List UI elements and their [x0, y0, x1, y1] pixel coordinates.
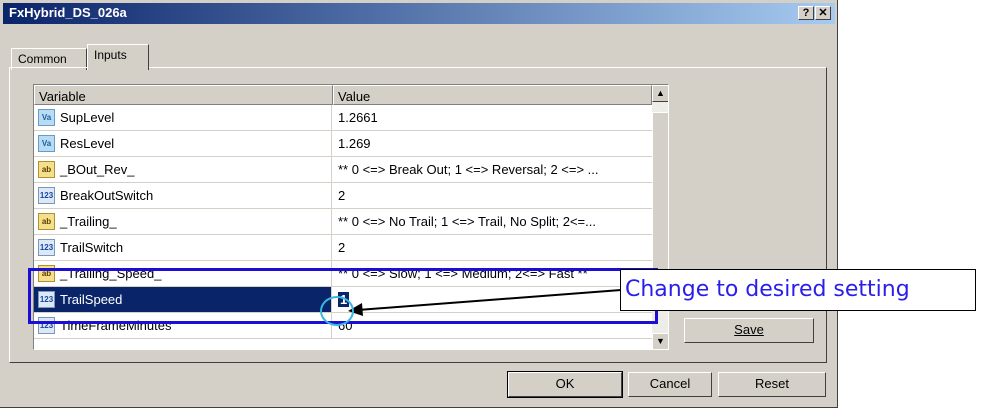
save-button[interactable]: Save: [684, 318, 814, 343]
string-type-icon: ab: [38, 213, 55, 230]
help-button[interactable]: ?: [798, 6, 814, 20]
integer-type-icon: 123: [38, 187, 55, 204]
value-cell[interactable]: 1.269: [333, 131, 652, 156]
variable-name: BreakOutSwitch: [60, 188, 154, 203]
value-cell[interactable]: ** 0 <=> Break Out; 1 <=> Reversal; 2 <=…: [333, 157, 652, 182]
header-variable[interactable]: Variable: [34, 85, 333, 105]
highlight-circle: [320, 296, 354, 326]
properties-dialog: FxHybrid_DS_026a ? ✕ Common Inputs Varia…: [0, 0, 838, 408]
variable-name: ResLevel: [60, 136, 115, 151]
value-cell[interactable]: ** 0 <=> No Trail; 1 <=> Trail, No Split…: [333, 209, 652, 234]
grid-header: Variable Value: [34, 85, 652, 105]
variable-cell: Va ResLevel: [34, 131, 332, 156]
table-row[interactable]: 123 BreakOutSwitch 2: [34, 183, 652, 209]
variable-name: TrailSwitch: [60, 240, 124, 255]
string-type-icon: ab: [38, 161, 55, 178]
title-bar[interactable]: FxHybrid_DS_026a ? ✕: [3, 3, 835, 24]
window-title: FxHybrid_DS_026a: [9, 5, 127, 20]
table-row[interactable]: 123 TrailSwitch 2: [34, 235, 652, 261]
tab-inputs[interactable]: Inputs: [87, 44, 149, 70]
table-row[interactable]: ab _BOut_Rev_ ** 0 <=> Break Out; 1 <=> …: [34, 157, 652, 183]
table-row[interactable]: Va ResLevel 1.269: [34, 131, 652, 157]
save-button-label: Save: [734, 322, 764, 337]
variable-cell: 123 BreakOutSwitch: [34, 183, 332, 208]
ok-button[interactable]: OK: [507, 371, 623, 398]
table-row[interactable]: ab _Trailing_ ** 0 <=> No Trail; 1 <=> T…: [34, 209, 652, 235]
integer-type-icon: 123: [38, 239, 55, 256]
tab-common-label: Common: [18, 52, 67, 66]
tab-inputs-label: Inputs: [94, 48, 127, 62]
table-row[interactable]: Va SupLevel 1.2661: [34, 105, 652, 131]
value-cell[interactable]: 2: [333, 183, 652, 208]
cancel-button[interactable]: Cancel: [628, 372, 712, 397]
double-type-icon: Va: [38, 109, 55, 126]
scroll-up-arrow-icon[interactable]: ▲: [652, 85, 668, 102]
close-button[interactable]: ✕: [815, 6, 831, 20]
callout-text: Change to desired setting: [625, 277, 910, 302]
variable-cell: 123 TrailSwitch: [34, 235, 332, 260]
header-value[interactable]: Value: [333, 85, 652, 105]
variable-cell: ab _Trailing_: [34, 209, 332, 234]
variable-cell: Va SupLevel: [34, 105, 332, 130]
annotation-callout: Change to desired setting: [620, 269, 976, 311]
value-cell[interactable]: 2: [333, 235, 652, 260]
scroll-thumb[interactable]: [652, 112, 668, 272]
reset-button[interactable]: Reset: [718, 372, 826, 397]
double-type-icon: Va: [38, 135, 55, 152]
variable-name: _BOut_Rev_: [60, 162, 135, 177]
scroll-down-arrow-icon[interactable]: ▼: [652, 333, 668, 349]
variable-cell: ab _BOut_Rev_: [34, 157, 332, 182]
variable-name: SupLevel: [60, 110, 115, 125]
variable-name: _Trailing_: [60, 214, 117, 229]
value-cell[interactable]: 1.2661: [333, 105, 652, 130]
